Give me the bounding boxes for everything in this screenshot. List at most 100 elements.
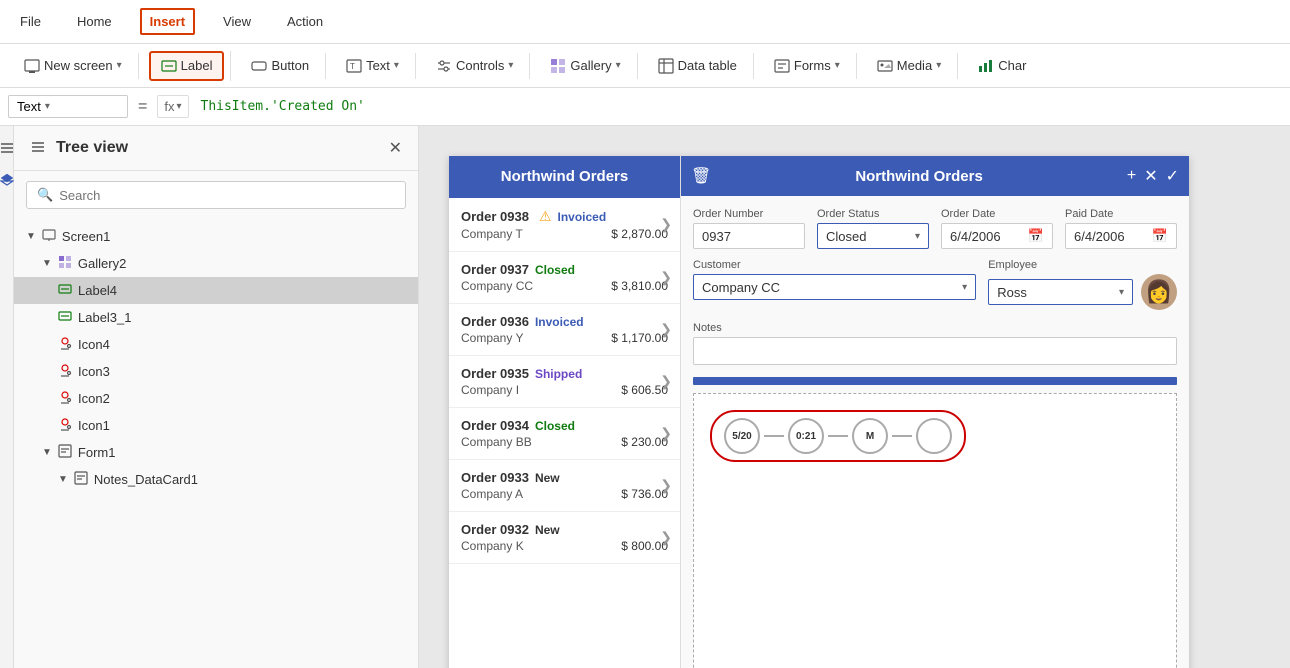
data-table-icon bbox=[658, 58, 674, 74]
paid-date-field: Paid Date 6/4/2006 📅 bbox=[1065, 208, 1177, 249]
notes-input[interactable] bbox=[693, 337, 1177, 365]
tree-item-icon4[interactable]: Icon4 bbox=[14, 331, 418, 358]
icon2-label: Icon2 bbox=[78, 391, 110, 406]
date-bubble-1: 5/20 bbox=[724, 418, 760, 454]
toolbar: New screen ▾ Label Button T Text ▾ Contr… bbox=[0, 44, 1290, 88]
menu-view[interactable]: View bbox=[215, 10, 259, 33]
gallery-order-0934: Order 0934 bbox=[461, 418, 529, 433]
add-icon[interactable]: + bbox=[1127, 167, 1136, 185]
tree-item-screen1[interactable]: ▼ Screen1 bbox=[14, 223, 418, 250]
tree-search-box[interactable]: 🔍 bbox=[26, 181, 406, 209]
order-date-input[interactable]: 6/4/2006 📅 bbox=[941, 223, 1053, 249]
notes-datacard1-label: Notes_DataCard1 bbox=[94, 472, 198, 487]
order-number-value[interactable]: 0937 bbox=[693, 223, 805, 249]
text-button[interactable]: T Text ▾ bbox=[336, 53, 409, 79]
menu-action[interactable]: Action bbox=[279, 10, 331, 33]
button-button[interactable]: Button bbox=[241, 53, 319, 79]
order-status-field: Order Status Closed ▾ bbox=[817, 208, 929, 249]
gallery-company-0933: Company A bbox=[461, 487, 523, 501]
gallery-company-0936: Company Y bbox=[461, 331, 523, 345]
text-chevron: ▾ bbox=[394, 60, 399, 71]
tree-hamburger-icon[interactable] bbox=[30, 139, 46, 158]
gallery-button[interactable]: Gallery ▾ bbox=[540, 53, 630, 79]
bubble-connector-3 bbox=[892, 435, 912, 437]
hamburger-icon[interactable] bbox=[0, 136, 14, 160]
employee-arrow: ▾ bbox=[1119, 287, 1124, 298]
gallery-order-0932: Order 0932 bbox=[461, 522, 529, 537]
avatar-image: 👩 bbox=[1145, 279, 1172, 305]
formula-fx-button[interactable]: fx ▾ bbox=[157, 95, 188, 118]
close-icon[interactable]: ✕ bbox=[1144, 166, 1157, 186]
gallery-warning-0938: ⚠ bbox=[539, 208, 552, 225]
label3-1-icon bbox=[58, 309, 72, 326]
employee-select[interactable]: Ross ▾ bbox=[988, 279, 1133, 305]
media-chevron: ▾ bbox=[936, 60, 941, 71]
forms-button[interactable]: Forms ▾ bbox=[764, 53, 850, 79]
gallery-order-0935: Order 0935 bbox=[461, 366, 529, 381]
icon2-icon bbox=[58, 390, 72, 407]
gallery-chevron-0934: ❯ bbox=[660, 425, 672, 442]
tree-item-gallery2[interactable]: ▼ Gallery2 bbox=[14, 250, 418, 277]
forms-chevron: ▾ bbox=[835, 60, 840, 71]
label-icon bbox=[161, 58, 177, 74]
detail-title: Northwind Orders bbox=[711, 168, 1127, 185]
gallery-item-0933[interactable]: Order 0933 New Company A $ 736.00 ❯ bbox=[449, 460, 680, 512]
text-icon: T bbox=[346, 58, 362, 74]
gallery-item-0932[interactable]: Order 0932 New Company K $ 800.00 ❯ bbox=[449, 512, 680, 564]
media-icon bbox=[877, 58, 893, 74]
data-table-button[interactable]: Data table bbox=[648, 53, 747, 79]
gallery-item-0938[interactable]: Order 0938 ⚠ Invoiced Company T $ 2,870.… bbox=[449, 196, 680, 252]
delete-icon[interactable]: 🗑 bbox=[691, 166, 711, 186]
gallery-item-0937[interactable]: Order 0937 Closed Company CC $ 3,810.00 … bbox=[449, 252, 680, 304]
date-bubble-4 bbox=[916, 418, 952, 454]
tree-item-label3-1[interactable]: Label3_1 bbox=[14, 304, 418, 331]
media-button[interactable]: Media ▾ bbox=[867, 53, 951, 79]
label-button[interactable]: Label bbox=[149, 51, 225, 81]
form-row-2: Customer Company CC ▾ Employee Ross bbox=[693, 259, 1177, 310]
icon3-icon bbox=[58, 363, 72, 380]
check-icon[interactable]: ✓ bbox=[1166, 166, 1179, 186]
gallery-status-0938: Invoiced bbox=[558, 210, 607, 224]
notes-label: Notes bbox=[693, 322, 1177, 334]
gallery-order-0937: Order 0937 bbox=[461, 262, 529, 277]
gallery-item-0936[interactable]: Order 0936 Invoiced Company Y $ 1,170.00… bbox=[449, 304, 680, 356]
gallery-status-0932: New bbox=[535, 523, 560, 537]
date-bubbles-selection[interactable]: 5/20 0:21 M bbox=[710, 410, 966, 462]
gallery-status-0934: Closed bbox=[535, 419, 575, 433]
tree-search-input[interactable] bbox=[59, 188, 395, 203]
label4-icon bbox=[58, 282, 72, 299]
controls-button[interactable]: Controls ▾ bbox=[426, 53, 523, 79]
employee-avatar: 👩 bbox=[1141, 274, 1177, 310]
customer-select[interactable]: Company CC ▾ bbox=[693, 274, 976, 300]
formula-dropdown[interactable]: Text ▾ bbox=[8, 95, 128, 118]
charts-button[interactable]: Char bbox=[968, 53, 1036, 79]
tree-item-notes-datacard1[interactable]: ▼ Notes_DataCard1 bbox=[14, 466, 418, 493]
customer-field: Customer Company CC ▾ bbox=[693, 259, 976, 310]
tree-content: ▼ Screen1 ▼ Gallery2 Label4 bbox=[14, 219, 418, 668]
customer-label: Customer bbox=[693, 259, 976, 271]
menu-home[interactable]: Home bbox=[69, 10, 120, 33]
screen1-caret: ▼ bbox=[26, 231, 36, 242]
formula-input[interactable]: ThisItem.'Created On' bbox=[195, 97, 1283, 116]
gallery-item-0935[interactable]: Order 0935 Shipped Company I $ 606.50 ❯ bbox=[449, 356, 680, 408]
tree-close-button[interactable]: ✕ bbox=[389, 138, 402, 158]
menu-insert[interactable]: Insert bbox=[140, 8, 195, 35]
paid-date-input[interactable]: 6/4/2006 📅 bbox=[1065, 223, 1177, 249]
gallery-company-0935: Company I bbox=[461, 383, 519, 397]
gallery-chevron-0935: ❯ bbox=[660, 373, 672, 390]
menu-file[interactable]: File bbox=[12, 10, 49, 33]
new-screen-button[interactable]: New screen ▾ bbox=[14, 53, 132, 79]
layers-icon[interactable] bbox=[0, 168, 14, 192]
tree-item-form1[interactable]: ▼ Form1 bbox=[14, 439, 418, 466]
icon3-label: Icon3 bbox=[78, 364, 110, 379]
gallery-status-0937: Closed bbox=[535, 263, 575, 277]
order-status-select[interactable]: Closed ▾ bbox=[817, 223, 929, 249]
tree-item-icon2[interactable]: Icon2 bbox=[14, 385, 418, 412]
detail-panel: 🗑 Northwind Orders + ✕ ✓ Order Number 09… bbox=[681, 156, 1189, 668]
gallery-header-bar: Northwind Orders bbox=[449, 156, 680, 196]
tree-item-icon3[interactable]: Icon3 bbox=[14, 358, 418, 385]
tree-item-label4[interactable]: Label4 bbox=[14, 277, 418, 304]
gallery-item-0934[interactable]: Order 0934 Closed Company BB $ 230.00 ❯ bbox=[449, 408, 680, 460]
tree-item-icon1[interactable]: Icon1 bbox=[14, 412, 418, 439]
gallery-company-0934: Company BB bbox=[461, 435, 532, 449]
